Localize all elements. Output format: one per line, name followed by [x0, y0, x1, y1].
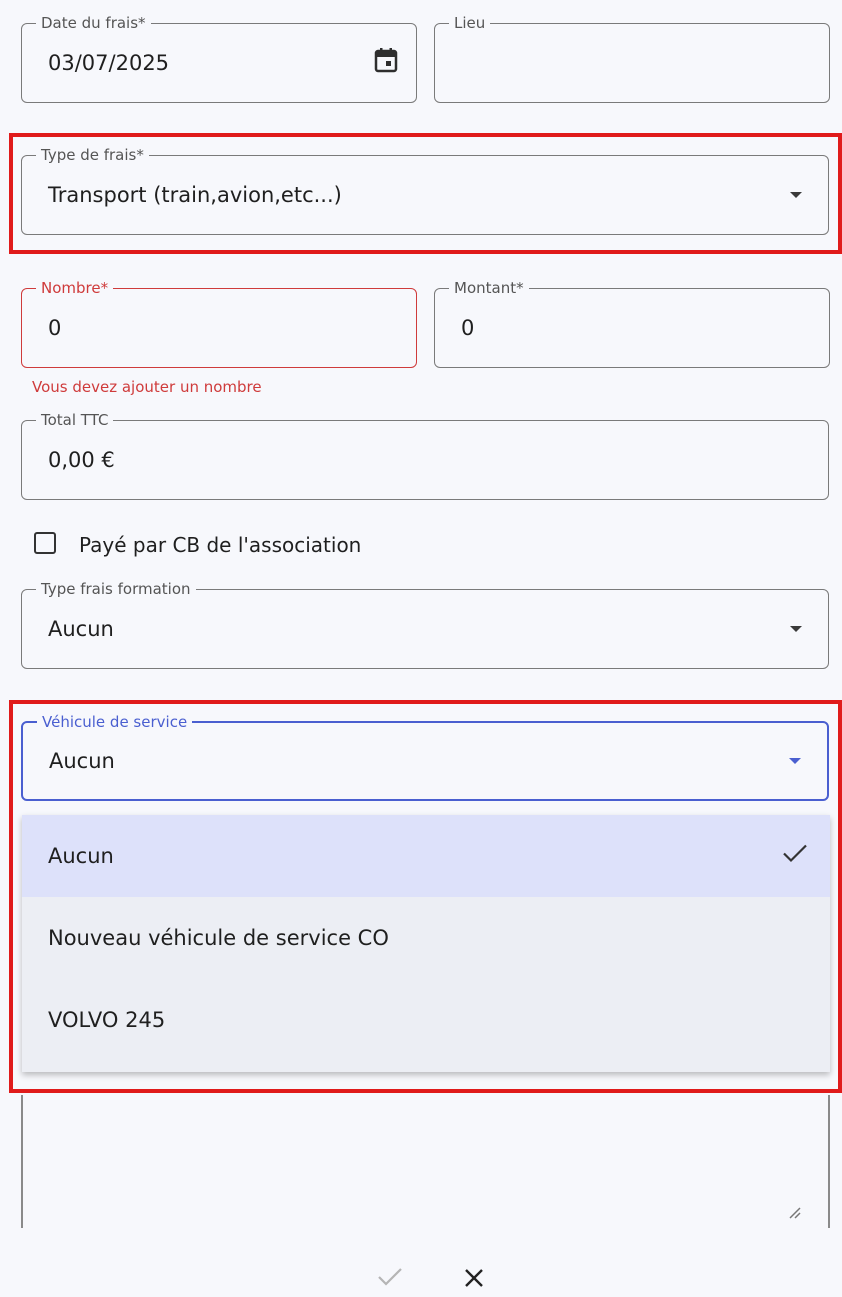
nombre-error-message: Vous devez ajouter un nombre [32, 378, 262, 396]
check-icon[interactable] [377, 1267, 403, 1291]
type-formation-value: Aucun [48, 617, 114, 641]
date-field[interactable]: Date du frais* 03/07/2025 [21, 13, 417, 103]
nombre-field[interactable]: Nombre* 0 [21, 278, 417, 368]
type-formation-select[interactable]: Type frais formation Aucun [21, 579, 829, 669]
vehicule-value: Aucun [49, 749, 115, 773]
montant-value: 0 [461, 316, 475, 340]
date-value: 03/07/2025 [48, 51, 170, 75]
close-icon[interactable] [464, 1268, 484, 1292]
chevron-down-icon [790, 192, 802, 198]
type-formation-label: Type frais formation [36, 579, 196, 599]
total-ttc-value: 0,00 € [48, 448, 115, 472]
nombre-label: Nombre* [36, 278, 114, 298]
textarea-left-border [21, 1095, 23, 1228]
montant-field[interactable]: Montant* 0 [434, 278, 830, 368]
type-frais-label: Type de frais* [36, 145, 149, 165]
option-volvo-245[interactable]: VOLVO 245 [22, 979, 830, 1061]
option-label: Aucun [48, 844, 114, 868]
option-nouveau-vehicule[interactable]: Nouveau véhicule de service CO [22, 897, 830, 979]
nombre-value: 0 [48, 316, 62, 340]
chevron-down-icon [790, 626, 802, 632]
check-icon [782, 844, 808, 869]
resize-handle-icon[interactable] [788, 1205, 802, 1224]
paye-cb-checkbox[interactable] [34, 532, 56, 554]
lieu-field[interactable]: Lieu [434, 13, 830, 103]
type-frais-value: Transport (train,avion,etc...) [48, 183, 342, 207]
montant-label: Montant* [449, 278, 529, 298]
textarea-right-border [828, 1095, 830, 1228]
vehicule-label: Véhicule de service [37, 712, 193, 732]
calendar-icon[interactable] [374, 47, 398, 77]
option-label: VOLVO 245 [48, 1008, 166, 1032]
paye-cb-label[interactable]: Payé par CB de l'association [79, 533, 361, 557]
lieu-label: Lieu [449, 13, 491, 33]
total-ttc-label: Total TTC [36, 410, 114, 430]
vehicule-dropdown-menu: Aucun Nouveau véhicule de service CO VOL… [22, 815, 830, 1072]
option-label: Nouveau véhicule de service CO [48, 926, 389, 950]
vehicule-select[interactable]: Véhicule de service Aucun [21, 712, 829, 801]
chevron-down-icon [789, 758, 801, 764]
total-ttc-field[interactable]: Total TTC 0,00 € [21, 410, 829, 500]
type-frais-select[interactable]: Type de frais* Transport (train,avion,et… [21, 145, 829, 235]
option-aucun[interactable]: Aucun [22, 815, 830, 897]
date-label: Date du frais* [36, 13, 151, 33]
